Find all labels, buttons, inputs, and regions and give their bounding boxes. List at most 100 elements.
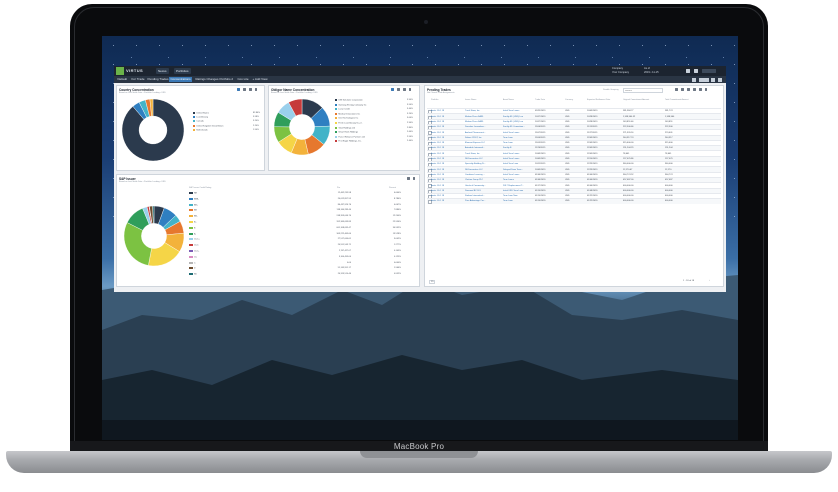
date-selector[interactable]: As of 2019 • 11-15 — [644, 67, 659, 74]
tab-for-trade[interactable]: For Trade — [130, 77, 146, 82]
table-cell[interactable]: Aretic CLO 18 — [431, 195, 444, 197]
table-cell[interactable]: Facility B1 (USD) Loa — [503, 116, 523, 118]
expand-icon[interactable] — [407, 177, 410, 180]
table-cell[interactable]: Aretic CLO 18 — [431, 158, 444, 160]
expand-icon[interactable] — [699, 88, 702, 91]
company-selector[interactable]: Company Your Company — [612, 67, 629, 74]
legend-item[interactable]: Medical Innovations Inc — [335, 112, 360, 115]
legend-item[interactable]: ION Solutions Corporation — [335, 99, 363, 102]
legend-item[interactable]: Smart Reds Holdings — [335, 131, 358, 134]
menu-grid-icon[interactable] — [116, 67, 124, 75]
tab-ratings-changes[interactable]: Ratings Changes — [194, 77, 220, 82]
page-size-select[interactable]: 25 — [429, 280, 436, 284]
table-cell[interactable]: Term Loans — [503, 179, 514, 181]
legend-item[interactable]: Canada — [193, 120, 204, 123]
table-cell[interactable]: Truck Nano, Inc. — [465, 110, 480, 112]
table-cell[interactable]: Initial Term Loans — [503, 132, 519, 134]
table-cell[interactable]: Aretic CLO 18 — [431, 137, 444, 139]
table-cell[interactable]: Term Loan New — [503, 195, 518, 197]
table-cell[interactable]: 2017 Replacement T... — [503, 185, 524, 187]
table-cell[interactable]: Sirdens Internationl... — [465, 195, 485, 197]
legend-item[interactable]: Lunar Credit — [335, 108, 350, 111]
table-cell[interactable]: Facility B1 Commitme... — [503, 126, 525, 128]
pie-slice-b[interactable] — [123, 222, 152, 266]
tab-cov-lite[interactable]: Cov Lite — [236, 77, 250, 82]
legend-item[interactable]: Luxembourg — [193, 116, 208, 119]
legend-item[interactable]: Fresh Luxembourg S.a.r.l. — [335, 122, 362, 125]
download-icon[interactable] — [391, 88, 394, 91]
menu-icon[interactable] — [686, 69, 690, 73]
table-cell[interactable]: Aretic CLO 18 — [431, 110, 444, 112]
table-cell[interactable]: Initial Term Loans — [503, 153, 519, 155]
table-cell[interactable]: Facility B — [503, 147, 511, 149]
download-icon[interactable] — [237, 88, 240, 91]
table-cell[interactable]: Aretic CLO 18 — [431, 116, 444, 118]
table-cell[interactable]: Aretic CLO 18 — [431, 179, 444, 181]
column-header[interactable]: Trade Date — [535, 99, 545, 101]
table-cell[interactable]: Aretic CLO 18 — [431, 142, 444, 144]
table-cell[interactable]: Term Loan — [503, 200, 513, 202]
legend-item[interactable]: United Kingdom Great Britain — [193, 124, 223, 127]
column-header[interactable]: Asset Name — [503, 99, 514, 101]
table-cell[interactable]: Salient CRGT, Inc. — [465, 137, 482, 139]
document-icon[interactable] — [243, 88, 246, 91]
expand-icon[interactable] — [249, 88, 252, 91]
tab-portfolio-2[interactable]: Portfolio 2 — [218, 77, 235, 82]
gear-icon[interactable] — [693, 88, 696, 91]
column-header[interactable]: Issuer Name — [465, 99, 476, 101]
table-cell[interactable]: Uniclock Community... — [465, 185, 486, 187]
tab-pending-trades[interactable]: Pending Trades — [146, 77, 170, 82]
grid-view-icon[interactable] — [711, 77, 715, 82]
table-cell[interactable]: Aretic CLO 18 — [431, 190, 444, 192]
table-cell[interactable]: DEConnection LLC — [465, 158, 483, 160]
more-icon[interactable] — [409, 88, 411, 91]
download-icon[interactable] — [681, 88, 684, 91]
table-cell[interactable]: Truck Nano, Inc. — [465, 153, 480, 155]
table-cell[interactable]: Facility B1 (USD) Loa — [503, 121, 523, 123]
table-cell[interactable]: Melaso Pinco SARL — [465, 116, 483, 118]
column-header[interactable]: Portfolio — [431, 99, 438, 101]
download-icon[interactable] — [718, 77, 722, 82]
layout-selector[interactable] — [699, 77, 709, 82]
add-view-button[interactable]: + Add View — [251, 77, 269, 82]
expand-icon[interactable] — [403, 88, 406, 91]
table-row[interactable]: Aretic CLO 18 Pure Advantage Cor... Term L… — [427, 198, 721, 205]
column-header[interactable]: Original Commitment Amount — [623, 99, 649, 101]
table-cell[interactable]: Dunelme Luxembou... — [465, 126, 485, 128]
more-icon[interactable] — [705, 88, 707, 91]
table-cell[interactable]: Pure Advantage Cor... — [465, 200, 485, 202]
legend-item[interactable]: First Eagle Holdings, Inc. — [335, 140, 362, 143]
table-cell[interactable]: Initial Term Loans — [503, 158, 519, 160]
table-cell[interactable]: Aretic CLO 18 — [431, 185, 444, 187]
table-cell[interactable]: Clarkon Group PLC — [465, 179, 483, 181]
table-cell[interactable]: Aretic CLO 18 — [431, 200, 444, 202]
refresh-icon[interactable] — [687, 88, 690, 91]
column-header[interactable]: Currency — [565, 99, 573, 101]
table-cell[interactable]: Diamond BC B.V. — [465, 190, 481, 192]
alert-icon[interactable] — [692, 77, 696, 82]
table-cell[interactable]: Initial Term Loans — [503, 110, 519, 112]
more-icon[interactable] — [413, 177, 415, 180]
tab-default[interactable]: Default — [116, 77, 129, 82]
column-header[interactable]: Expected Settlement Date — [587, 99, 610, 101]
table-cell[interactable]: Initial Term Loans — [503, 174, 519, 176]
table-cell[interactable]: Aretic CLO 18 — [431, 174, 444, 176]
grouping-toggle[interactable]: Disable Grouping — [603, 89, 618, 91]
table-cell[interactable]: Term Loan — [503, 137, 513, 139]
table-cell[interactable]: DEConnection LLC — [465, 169, 483, 171]
table-cell[interactable]: Autodesk Intermedi... — [465, 147, 485, 149]
grid-icon[interactable] — [694, 69, 698, 73]
table-cell[interactable]: Aretic CLO 18 — [431, 153, 444, 155]
document-icon[interactable] — [397, 88, 400, 91]
table-cell[interactable]: Specialty Building Pr... — [465, 163, 486, 165]
table-cell[interactable]: Term Loan — [503, 142, 513, 144]
legend-item[interactable]: Parcel Reliance Partners Ltd — [335, 135, 365, 138]
breadcrumb-portfolios[interactable]: Portfolios — [174, 68, 191, 74]
table-cell[interactable]: Aretic CLO 18 — [431, 132, 444, 134]
table-cell[interactable]: Cambium Learning ... — [465, 174, 485, 176]
table-cell[interactable]: Aretic CLO 18 — [431, 163, 444, 165]
next-page-button[interactable]: › — [709, 280, 710, 282]
tab-concentrations[interactable]: Concentrations — [169, 77, 193, 82]
table-cell[interactable]: Aretic CLO 18 — [431, 169, 444, 171]
table-cell[interactable]: Element Express LLC — [465, 142, 485, 144]
